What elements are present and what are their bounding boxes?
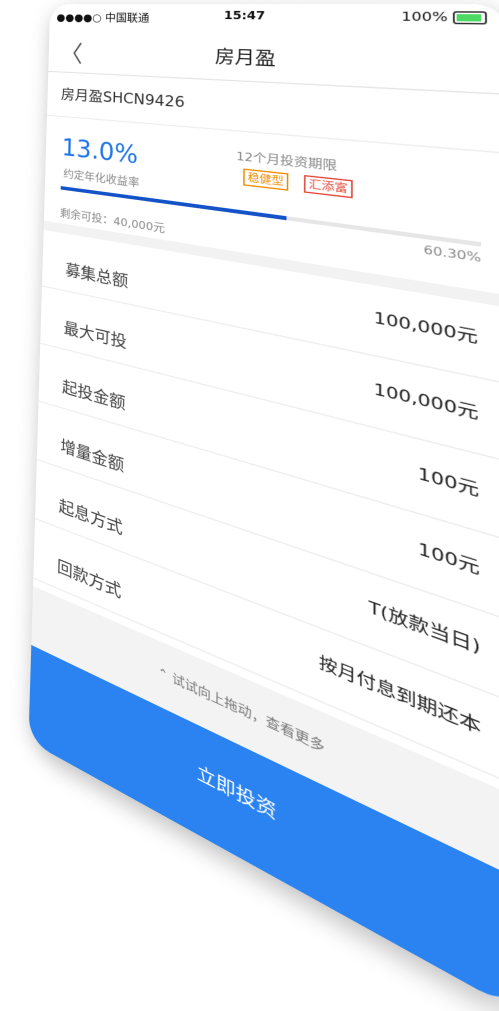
detail-label: 起投金额 [61,378,126,415]
detail-value: 100元 [417,538,480,579]
detail-value: 100,000元 [373,379,479,424]
clock: 15:47 [223,10,266,24]
battery-label: 100% [401,10,448,26]
annual-rate: 13.0% [61,133,139,170]
detail-label: 最大可投 [63,319,128,354]
remaining-amount: 剩余可投：40,000元 [59,208,166,237]
phone-frame: ●●●●○ 中国联通 15:47 100% 〈 房月盈 房月盈SHCN9426 … [28,4,499,1011]
carrier-label: ●●●●○ 中国联通 [56,12,150,26]
battery-indicator: 100% [401,10,488,26]
app-screen: ●●●●○ 中国联通 15:47 100% 〈 房月盈 房月盈SHCN9426 … [28,4,499,1011]
progress-percent: 60.30% [423,243,482,266]
annual-rate-label: 约定年化收益率 [63,169,140,191]
battery-icon [452,11,488,25]
detail-value: 100元 [417,463,480,501]
detail-label: 回款方式 [56,557,122,604]
detail-label: 增量金额 [60,437,125,477]
detail-value: 100,000元 [373,308,479,348]
tag-badge: 稳健型 [243,168,289,191]
tag-badge: 汇添富 [303,174,353,199]
detail-label: 募集总额 [65,261,129,293]
